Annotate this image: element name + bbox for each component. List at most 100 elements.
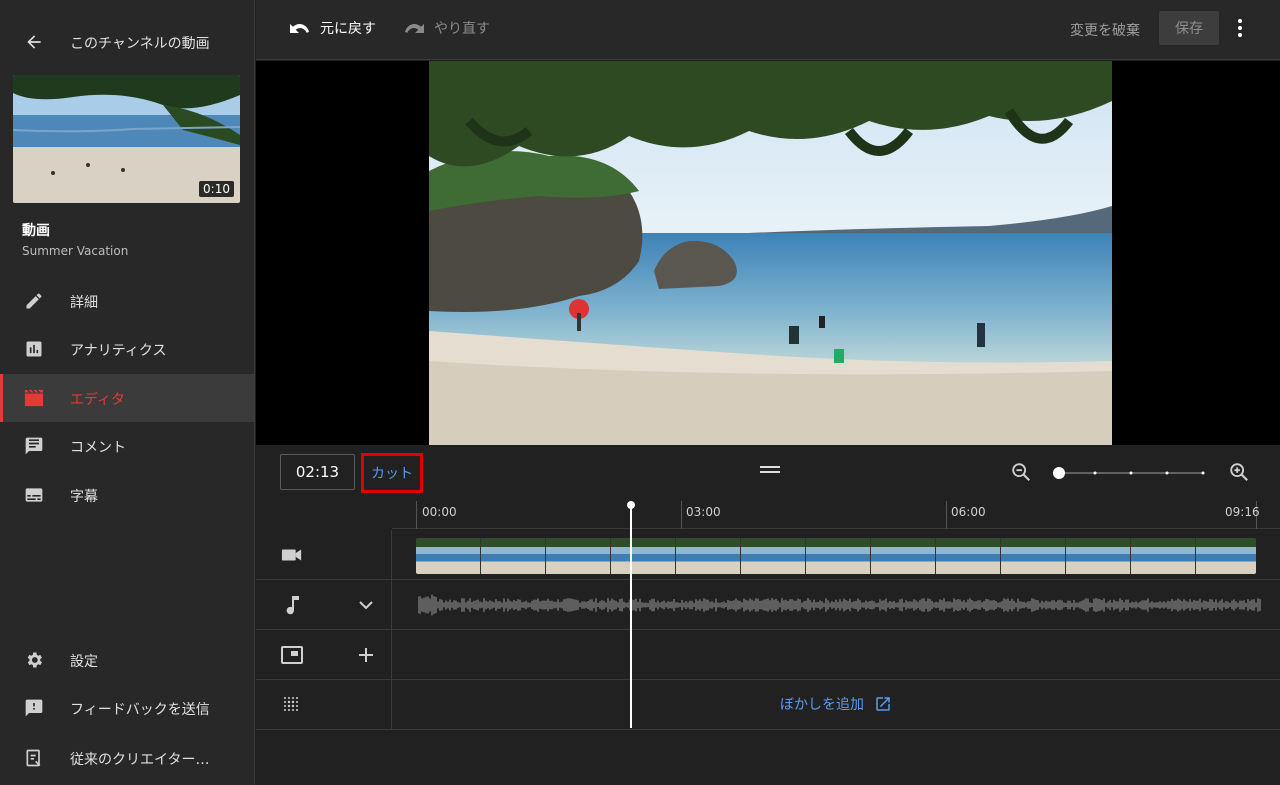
video-label: 動画 <box>22 223 50 239</box>
preview-image <box>429 61 1112 445</box>
gear-icon <box>22 648 46 672</box>
more-options-button[interactable] <box>1230 16 1250 40</box>
ruler-label: 00:00 <box>422 505 457 519</box>
discard-changes-button[interactable]: 変更を破棄 <box>1070 20 1140 40</box>
ruler-tick <box>946 501 947 529</box>
subtitles-icon <box>22 483 46 507</box>
video-track <box>256 530 1280 580</box>
video-thumbnail[interactable]: 0:10 <box>13 75 240 203</box>
sidebar-item-editor[interactable]: エディタ <box>0 374 254 422</box>
ruler-label: 09:16 <box>1225 505 1260 519</box>
sidebar-item-details[interactable]: 詳細 <box>0 277 254 325</box>
clip-frame <box>741 538 806 574</box>
arrow-left-icon <box>27 35 41 49</box>
zoom-slider[interactable] <box>1053 465 1205 479</box>
classic-studio-icon <box>22 746 46 770</box>
add-blur-link[interactable]: ぼかしを追加 <box>780 694 892 714</box>
pencil-icon <box>22 289 46 313</box>
zoom-in-icon <box>1230 463 1248 481</box>
zoom-out-icon <box>1012 463 1030 481</box>
clip-frame <box>1131 538 1196 574</box>
clip-frame <box>546 538 611 574</box>
zoom-slider-track <box>1053 467 1205 479</box>
feedback-icon <box>22 696 46 720</box>
comment-icon <box>22 434 46 458</box>
sidebar-item-subtitles[interactable]: 字幕 <box>0 471 254 519</box>
sidebar-item-classic-studio[interactable]: 従来のクリエイター… <box>0 734 254 782</box>
undo-button[interactable]: 元に戻す <box>288 18 376 38</box>
video-preview[interactable] <box>256 61 1280 445</box>
clip-frame <box>611 538 676 574</box>
sidebar-item-label: 詳細 <box>70 295 98 311</box>
clip-frame <box>936 538 1001 574</box>
clip-frame <box>806 538 871 574</box>
playhead[interactable] <box>630 506 632 728</box>
track-header <box>256 530 392 579</box>
redo-label: やり直す <box>434 21 490 37</box>
clapperboard-icon <box>22 386 46 410</box>
sidebar: このチャンネルの動画 0:10 動画 Summer Vacation 詳細 アナ… <box>0 0 255 785</box>
current-time-display[interactable]: 02:13 <box>280 454 355 490</box>
sidebar-item-label: フィードバックを送信 <box>70 702 210 718</box>
thumbnail-duration: 0:10 <box>199 181 234 197</box>
ruler-label: 03:00 <box>686 505 721 519</box>
more-vert-icon <box>1238 19 1242 37</box>
end-screen-icon <box>280 643 304 667</box>
clip-frame <box>871 538 936 574</box>
zoom-out-button[interactable] <box>1010 461 1032 483</box>
timeline-panel: 02:13 カット 00:00 03:00 06:00 09:16 ぼかしを追加 <box>256 445 1280 785</box>
expand-audio-button[interactable] <box>354 593 378 617</box>
back-button[interactable] <box>20 28 48 56</box>
video-camera-icon <box>280 543 304 567</box>
blur-icon <box>280 693 304 717</box>
playhead-handle[interactable] <box>627 501 635 509</box>
clip-frame <box>1196 538 1256 574</box>
audio-track <box>256 580 1280 630</box>
track-header <box>256 580 392 629</box>
clip-frame <box>676 538 741 574</box>
add-blur-label: ぼかしを追加 <box>780 697 864 713</box>
sidebar-item-settings[interactable]: 設定 <box>0 636 254 684</box>
redo-icon <box>405 23 424 33</box>
add-element-button[interactable] <box>354 643 378 667</box>
preview-frame <box>429 61 1112 445</box>
sidebar-item-label: 従来のクリエイター… <box>70 752 210 768</box>
ruler-tick <box>681 501 682 529</box>
track-header <box>256 680 392 729</box>
drag-handle-icon <box>760 466 780 473</box>
redo-button[interactable]: やり直す <box>402 18 490 38</box>
timeline-ruler[interactable]: 00:00 03:00 06:00 09:16 <box>392 501 1280 529</box>
ruler-label: 06:00 <box>951 505 986 519</box>
clip-frame <box>1001 538 1066 574</box>
undo-label: 元に戻す <box>320 21 376 37</box>
open-in-new-icon <box>876 697 890 711</box>
video-clip[interactable] <box>416 538 1256 574</box>
video-title: Summer Vacation <box>22 244 129 258</box>
blur-track: ぼかしを追加 <box>256 680 1280 730</box>
editor-toolbar: 元に戻す やり直す 変更を破棄 保存 <box>256 0 1280 60</box>
sidebar-item-feedback[interactable]: フィードバックを送信 <box>0 684 254 732</box>
sidebar-header: このチャンネルの動画 <box>0 0 255 70</box>
sidebar-item-label: 字幕 <box>70 489 98 505</box>
cut-button[interactable]: カット <box>361 453 423 493</box>
sidebar-item-comments[interactable]: コメント <box>0 422 254 470</box>
music-note-icon <box>280 593 304 617</box>
audio-waveform[interactable] <box>418 588 1261 622</box>
clip-frame <box>1066 538 1131 574</box>
sidebar-title[interactable]: このチャンネルの動画 <box>70 33 210 53</box>
chevron-down-icon <box>359 601 373 610</box>
sidebar-item-label: 設定 <box>70 654 98 670</box>
clip-frame <box>416 538 481 574</box>
sidebar-item-analytics[interactable]: アナリティクス <box>0 325 254 373</box>
end-screen-track <box>256 630 1280 680</box>
zoom-in-button[interactable] <box>1228 461 1250 483</box>
clip-frame <box>481 538 546 574</box>
sidebar-item-label: コメント <box>70 440 126 456</box>
plus-icon <box>359 648 373 662</box>
ruler-tick <box>416 501 417 529</box>
analytics-icon <box>22 337 46 361</box>
panel-resize-handle[interactable] <box>760 460 780 473</box>
save-button[interactable]: 保存 <box>1159 11 1219 45</box>
undo-icon <box>290 23 309 33</box>
sidebar-item-label: エディタ <box>70 392 126 408</box>
